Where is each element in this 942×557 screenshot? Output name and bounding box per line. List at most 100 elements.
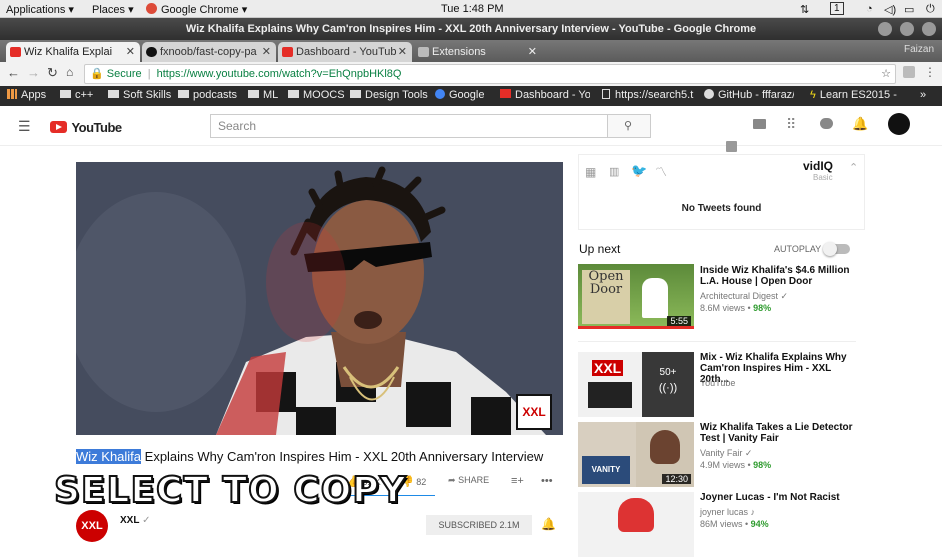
upload-video-icon[interactable]	[753, 119, 766, 129]
bookmark-folder[interactable]: Design Tools	[350, 89, 428, 101]
folder-icon	[288, 90, 299, 98]
active-app-menu[interactable]: Google Chrome ▾	[146, 3, 247, 16]
related-thumbnail[interactable]	[578, 492, 694, 557]
add-to-playlist-icon[interactable]: ≡+	[511, 475, 524, 487]
bookmark-folder[interactable]: MOOCS	[288, 89, 345, 101]
selected-text[interactable]: Wiz Khalifa	[76, 449, 142, 464]
apps-grid-icon	[7, 89, 17, 99]
autoplay-toggle[interactable]	[823, 242, 850, 256]
related-thumbnail[interactable]: XXL 50+ ((·))	[578, 352, 694, 417]
play-logo-icon	[50, 121, 67, 133]
battery-icon[interactable]: ▭	[904, 3, 914, 16]
folder-icon	[108, 90, 119, 98]
messages-icon[interactable]	[820, 118, 833, 129]
related-channel[interactable]: joyner lucas ♪	[700, 507, 755, 517]
thumbnail-figure	[650, 430, 680, 464]
menu-icon[interactable]: ⋮	[924, 65, 936, 79]
hamburger-menu-icon[interactable]: ☰	[18, 118, 31, 135]
extension-icon[interactable]	[903, 66, 915, 78]
close-tab-icon[interactable]: ✕	[398, 42, 407, 62]
wifi-icon[interactable]: ◔	[866, 3, 873, 15]
channel-avatar[interactable]: XXL	[76, 510, 108, 542]
share-button[interactable]: ➦ SHARE	[448, 475, 489, 486]
tab-label: Wiz Khalifa Explai	[24, 46, 113, 58]
close-tab-icon[interactable]: ✕	[126, 42, 135, 62]
duration-badge: 12:30	[662, 474, 691, 484]
maximize-button[interactable]	[900, 22, 914, 36]
applications-menu[interactable]: Applications ▾	[6, 3, 74, 16]
address-bar[interactable]: 🔒 Secure | https://www.youtube.com/watch…	[84, 64, 896, 84]
minimize-button[interactable]	[878, 22, 892, 36]
forward-arrow-icon[interactable]: →	[27, 65, 40, 80]
apps-grid-icon[interactable]: ⠿	[786, 116, 796, 133]
related-title[interactable]: Wiz Khalifa Takes a Lie Detector Test | …	[700, 422, 856, 444]
close-window-button[interactable]	[922, 22, 936, 36]
more-actions-icon[interactable]: •••	[541, 475, 553, 487]
bookmark-folder[interactable]: ML	[248, 89, 278, 101]
bookmark-dashboard[interactable]: Dashboard - You	[500, 89, 590, 101]
bar-chart-icon[interactable]: ▥	[609, 165, 619, 178]
subscribe-button[interactable]: SUBSCRIBED 2.1M	[426, 515, 532, 535]
star-icon[interactable]: ☆	[881, 65, 891, 83]
bookmark-folder[interactable]: c++	[60, 89, 93, 101]
search-placeholder: Search	[218, 119, 257, 133]
folder-icon	[178, 90, 189, 98]
puzzle-icon	[418, 47, 429, 57]
search-button[interactable]: ⚲	[607, 114, 651, 138]
vidiq-logo[interactable]: vidIQ	[803, 159, 833, 173]
related-title[interactable]: Joyner Lucas - I'm Not Racist	[700, 492, 856, 503]
tab-youtube-video[interactable]: Wiz Khalifa Explai ✕	[6, 42, 140, 62]
channel-watermark[interactable]: XXL	[516, 394, 552, 430]
notifications-bell-icon[interactable]: 🔔	[852, 116, 868, 132]
related-thumbnail[interactable]: VANITY FAIR 12:30	[578, 422, 694, 487]
bookmark-folder[interactable]: podcasts	[178, 89, 237, 101]
grid-icon[interactable]: ▦	[585, 165, 596, 179]
workspace-indicator[interactable]: 1	[830, 2, 844, 15]
reload-icon[interactable]: ↻	[47, 65, 58, 81]
bookmark-es2015[interactable]: ϟ Learn ES2015 -	[810, 89, 902, 101]
vidiq-chart-icon[interactable]	[726, 141, 737, 152]
bookmark-apps[interactable]: Apps	[7, 89, 46, 101]
avatar[interactable]	[888, 113, 910, 135]
tab-dashboard[interactable]: Dashboard - YouTub ✕	[278, 42, 412, 62]
github-icon	[704, 89, 714, 99]
system-top-bar: Applications ▾ Places ▾ Google Chrome ▾ …	[0, 0, 942, 18]
url-text[interactable]: https://www.youtube.com/watch?v=EhQnpbHK…	[157, 68, 402, 80]
tab-github[interactable]: fxnoob/fast-copy-pa ✕	[142, 42, 276, 62]
home-icon[interactable]: ⌂	[66, 65, 73, 79]
more-bookmarks-icon[interactable]: »	[920, 89, 926, 101]
bookmark-github[interactable]: GitHub - fffaraz/	[704, 89, 794, 101]
related-title[interactable]: Inside Wiz Khalifa's $4.6 Million L.A. H…	[700, 265, 856, 287]
clock[interactable]: Tue 1:48 PM	[441, 3, 504, 15]
youtube-logo[interactable]: YouTube	[50, 119, 122, 137]
collapse-chevron-icon[interactable]: ⌃	[849, 161, 858, 174]
close-tab-icon[interactable]: ✕	[262, 42, 271, 62]
trend-line-icon[interactable]: 〽	[655, 163, 667, 180]
bookmark-search[interactable]: https://search5.t	[602, 89, 694, 101]
like-score: 98%	[753, 303, 772, 313]
twitter-icon[interactable]: 🐦	[631, 163, 647, 179]
search-input[interactable]: Search	[210, 114, 608, 138]
bookmark-folder[interactable]: Soft Skills	[108, 89, 171, 101]
divider	[578, 341, 856, 342]
channel-name[interactable]: XXL ✓	[120, 515, 150, 526]
bookmark-google[interactable]: Google	[435, 89, 484, 101]
page-icon	[602, 89, 610, 99]
back-arrow-icon[interactable]: ←	[7, 65, 20, 80]
related-channel[interactable]: Vanity Fair ✓	[700, 448, 752, 459]
related-channel[interactable]: YouTube	[700, 378, 735, 388]
places-menu[interactable]: Places ▾	[92, 3, 134, 16]
volume-icon[interactable]: ◁)	[884, 3, 896, 16]
network-icon[interactable]: ⇅	[800, 3, 809, 16]
related-thumbnail[interactable]: Open Door 5:55	[578, 264, 694, 329]
thumbnail-caption: XXL	[592, 360, 624, 376]
video-player[interactable]: XXL	[76, 162, 563, 435]
power-icon[interactable]: ⏻	[926, 3, 935, 16]
share-arrow-icon: ➦	[448, 475, 456, 485]
tab-extensions[interactable]: Extensions ✕	[414, 42, 542, 62]
profile-name[interactable]: Faizan	[904, 44, 934, 55]
close-tab-icon[interactable]: ✕	[528, 42, 537, 62]
thumbnail-logo	[588, 382, 632, 408]
related-channel[interactable]: Architectural Digest ✓	[700, 291, 788, 302]
thumbnail-figure	[618, 498, 654, 532]
